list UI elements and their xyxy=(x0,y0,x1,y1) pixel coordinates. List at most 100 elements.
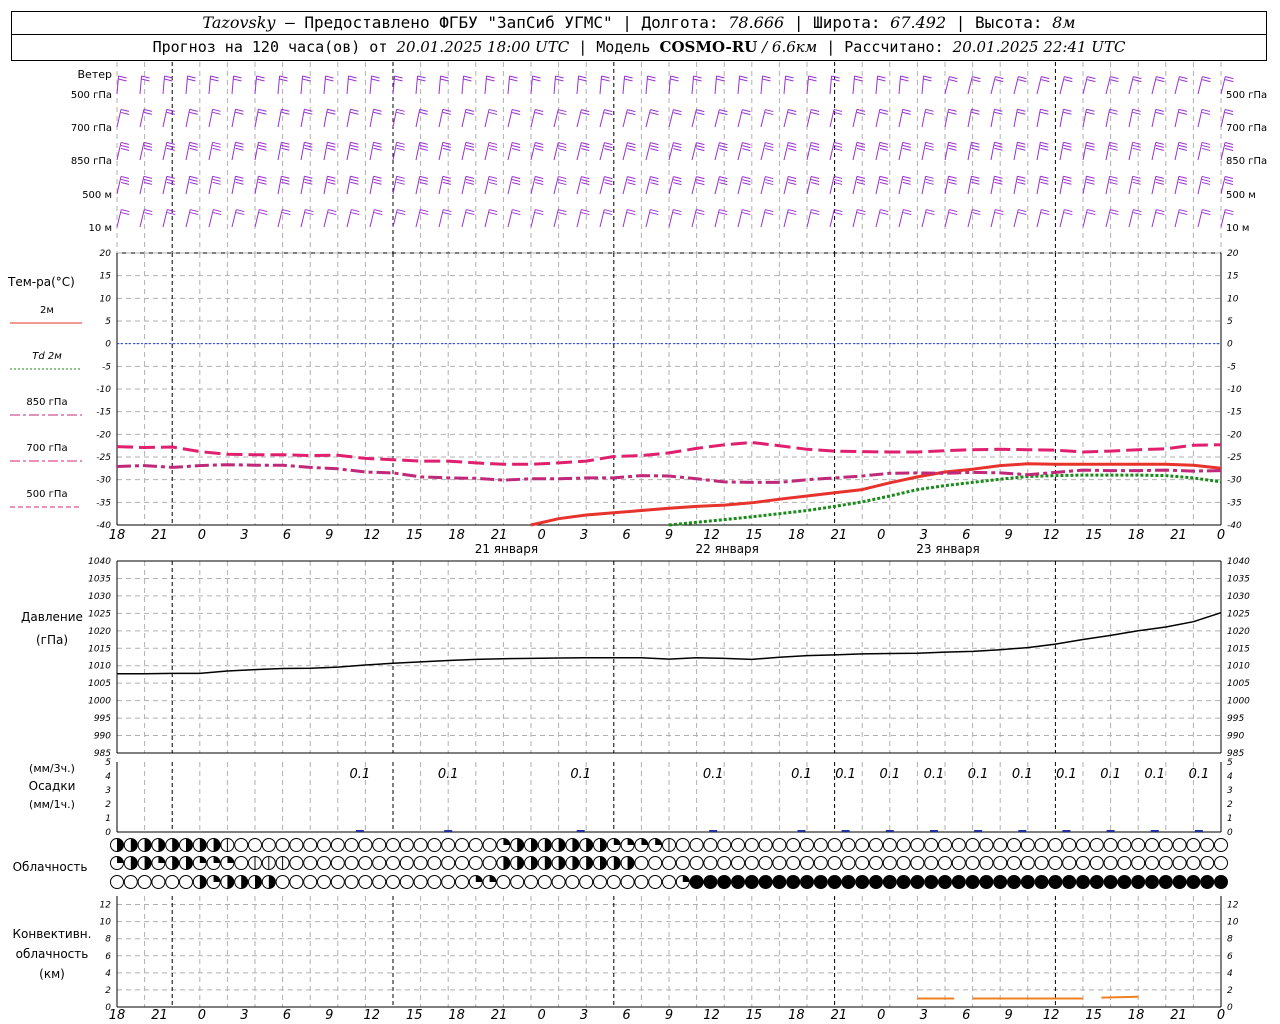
wind-barb-feather xyxy=(857,212,866,216)
wind-barb-feather xyxy=(719,209,728,213)
cloud-symbol xyxy=(455,875,469,889)
wind-barb xyxy=(1036,142,1041,161)
wind-barb-feather xyxy=(1179,212,1188,216)
wind-barb-feather xyxy=(696,209,705,213)
wind-barb-feather xyxy=(971,175,980,179)
cloud-symbol xyxy=(800,875,814,889)
wind-barb-feather xyxy=(167,209,176,213)
cloud-symbol xyxy=(841,856,856,870)
wind-barb-feather xyxy=(466,209,475,213)
time-tick-label: 21 xyxy=(491,528,508,543)
wind-barb-feather xyxy=(765,209,774,213)
cloud-symbol xyxy=(344,856,359,870)
cloud-symbol xyxy=(372,856,387,870)
wind-barb xyxy=(668,76,672,95)
precip-amount-label: 0.1 xyxy=(1189,767,1210,782)
cloud-symbol xyxy=(317,856,331,870)
cloud-symbol-fill xyxy=(613,856,621,870)
wind-barb-feather xyxy=(1178,175,1188,179)
time-tick-label: 0 xyxy=(1217,528,1225,543)
wind-barb-feather xyxy=(926,212,935,216)
wind-barb-feather xyxy=(442,181,451,185)
cloud-symbol xyxy=(1186,856,1201,870)
wind-barb-feather xyxy=(1132,147,1141,151)
cloud-symbol-fill xyxy=(213,875,221,882)
cloud-symbol xyxy=(358,856,373,870)
wind-barb-feather xyxy=(465,111,475,115)
cloud-symbol xyxy=(427,856,442,870)
wind-barb-feather xyxy=(647,75,656,79)
cloud-symbol xyxy=(1117,856,1132,870)
wind-barb-feather xyxy=(581,142,590,146)
wind-barb-feather xyxy=(925,178,934,182)
wind-barb-feather xyxy=(1178,147,1188,151)
wind-barb-feather xyxy=(742,179,751,183)
cloud-symbol-fill xyxy=(544,838,552,852)
wind-barb-feather xyxy=(902,147,911,151)
wind-barb-feather xyxy=(302,75,311,79)
cloud-symbol xyxy=(413,856,428,870)
wind-barb xyxy=(415,209,421,228)
wind-barb-feather xyxy=(765,212,774,216)
wind-barb-feather xyxy=(465,108,475,112)
wind-barb-feather xyxy=(1018,79,1027,83)
cloud-symbol xyxy=(717,856,732,870)
cloud-symbol xyxy=(441,875,456,889)
cloud-symbol-fill xyxy=(489,875,497,882)
cloud-symbol xyxy=(1145,875,1159,889)
wind-barb-feather xyxy=(879,175,888,179)
cloud-symbol xyxy=(386,856,400,870)
cloud-symbol xyxy=(1089,838,1104,852)
cloud-symbol xyxy=(275,875,290,889)
cloud-symbol xyxy=(441,838,456,852)
wind-barb xyxy=(691,142,697,161)
precip-amount-label: 0.1 xyxy=(1012,767,1033,782)
wind-barb-feather xyxy=(1040,108,1049,112)
cloud-symbol xyxy=(744,856,759,870)
wind-barb-feather xyxy=(120,175,130,179)
wind-barb-feather xyxy=(627,182,636,186)
cloud-symbol xyxy=(1200,856,1215,870)
wind-barb-feather xyxy=(325,75,334,79)
wind-barb-feather xyxy=(1063,147,1072,151)
wind-barb xyxy=(783,176,789,195)
wind-barb xyxy=(691,209,697,228)
wind-barb xyxy=(1128,76,1134,95)
pressure-title: Давление xyxy=(21,610,83,624)
wind-barb-feather xyxy=(1224,181,1234,185)
wind-barb-feather xyxy=(1017,175,1026,179)
time-tick-label: 0 xyxy=(198,1008,206,1023)
wind-barb-feather xyxy=(1155,178,1164,182)
wind-barb-feather xyxy=(627,142,636,146)
temp-series-t2m xyxy=(530,462,1222,527)
cloud-symbol xyxy=(813,875,828,889)
wind-barb-feather xyxy=(811,209,820,213)
cloud-symbol xyxy=(1186,838,1201,852)
wind-barb-feather xyxy=(994,181,1003,185)
time-tick-label: 3 xyxy=(920,1008,928,1023)
cloud-symbol xyxy=(1089,875,1104,889)
temp-tick-label: 0 xyxy=(1227,340,1233,350)
wind-barb-feather xyxy=(555,75,564,79)
meteogram: Ветер 500 гПа 500 гПа 700 гПа 700 гПа 850 гПа… xyxy=(7,62,1267,1023)
wind-barb xyxy=(990,176,995,195)
wind-barb xyxy=(576,176,582,195)
wind-barb xyxy=(323,109,328,128)
wind-barb-feather xyxy=(442,108,451,112)
wind-barb xyxy=(1059,109,1064,128)
wind-barb xyxy=(1036,209,1042,228)
cloud-symbol xyxy=(1034,875,1049,889)
wind-barb-feather xyxy=(327,108,336,112)
temp-tick-label: 0 xyxy=(105,340,111,350)
temp-tick-label: -20 xyxy=(96,430,111,440)
wind-barb-feather xyxy=(488,147,498,151)
wind-barb-feather xyxy=(187,78,196,82)
wind-barb xyxy=(185,109,191,128)
wind-barb-feather xyxy=(535,142,544,146)
wind-barb xyxy=(645,142,651,161)
wind-level-label: 10 м xyxy=(1226,223,1249,234)
wind-barb-feather xyxy=(166,141,175,145)
wind-barb-feather xyxy=(235,175,244,179)
wind-barb-feather xyxy=(581,209,590,213)
precip-tick-label: 4 xyxy=(1227,772,1233,782)
